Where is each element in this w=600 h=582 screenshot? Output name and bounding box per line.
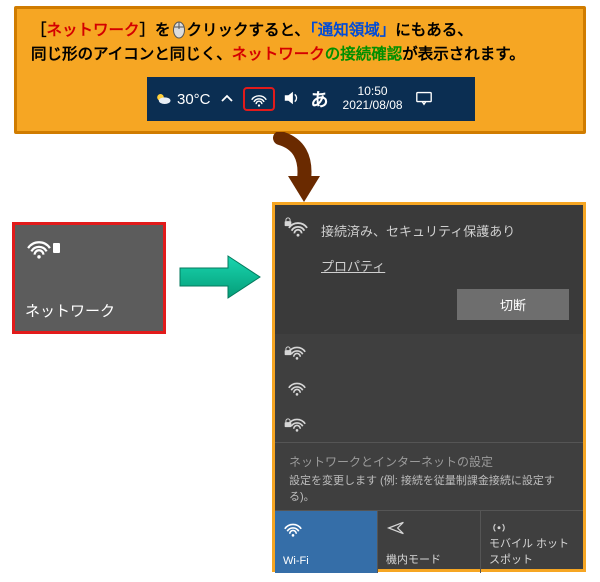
text-fragment-highlight: ネットワーク <box>47 22 140 39</box>
hotspot-icon <box>489 519 509 535</box>
airplane-mode-tile[interactable]: 機内モード <box>378 511 481 573</box>
wifi-toggle-tile[interactable]: Wi-Fi <box>275 511 378 573</box>
tile-label: モバイル ホットスポット <box>489 535 575 567</box>
clock-date: 2021/08/08 <box>343 99 403 113</box>
chevron-up-icon[interactable] <box>219 91 235 107</box>
wifi-icon <box>287 342 307 360</box>
arrow-curved-down-icon <box>260 132 330 204</box>
settings-title: ネットワークとインターネットの設定 <box>289 453 569 470</box>
instruction-text: ［ネットワーク］をクリックすると、「通知領域」にもある、 同じ形のアイコンと同じ… <box>31 19 569 67</box>
network-settings-link[interactable]: ネットワークとインターネットの設定 設定を変更します (例: 接続を従量制課金接… <box>275 442 583 510</box>
ime-indicator[interactable]: あ <box>311 86 329 112</box>
connection-status: 接続済み、セキュリティ保護あり <box>321 221 569 240</box>
clock[interactable]: 10:50 2021/08/08 <box>343 85 403 113</box>
temperature-value: 30°C <box>177 91 211 108</box>
network-flyout-panel: 接続済み、セキュリティ保護あり プロパティ 切断 ネットワークとインターネットの… <box>272 202 586 572</box>
network-tray-icon-highlighted[interactable] <box>243 87 275 111</box>
mobile-hotspot-tile[interactable]: モバイル ホットスポット <box>481 511 583 573</box>
text-fragment: ［ <box>31 22 47 39</box>
tile-label: 機内モード <box>386 551 472 567</box>
properties-link[interactable]: プロパティ <box>321 256 385 275</box>
text-fragment: にもある、 <box>395 22 473 39</box>
taskbar-notification-area: 30°C あ 10:50 2021/08/08 <box>147 77 475 121</box>
clock-time: 10:50 <box>343 85 403 99</box>
text-fragment-highlight: ネットワーク <box>232 46 325 63</box>
text-fragment-highlight: の接続確認 <box>325 46 403 63</box>
wifi-icon <box>283 519 303 537</box>
action-center-icon[interactable] <box>415 90 433 109</box>
wifi-icon <box>287 378 307 396</box>
lock-icon <box>49 241 61 258</box>
text-fragment-highlight: 「通知領域」 <box>310 22 395 39</box>
wifi-icon <box>287 217 309 237</box>
tile-label: Wi-Fi <box>283 555 369 567</box>
text-fragment: クリックすると、 <box>187 22 310 39</box>
disconnect-button[interactable]: 切断 <box>457 289 569 320</box>
weather-widget[interactable]: 30°C <box>153 89 211 109</box>
active-network-entry[interactable]: 接続済み、セキュリティ保護あり プロパティ 切断 <box>275 205 583 334</box>
quick-action-tiles: Wi-Fi 機内モード モバイル ホットスポット <box>275 510 583 573</box>
start-menu-network-tile[interactable]: ネットワーク <box>12 222 166 334</box>
text-fragment: ］を <box>140 22 171 39</box>
airplane-icon <box>386 519 406 537</box>
available-network-entry[interactable] <box>275 370 583 406</box>
settings-description: 設定を変更します (例: 接続を従量制課金接続に設定する)。 <box>289 472 569 504</box>
arrow-right-icon <box>178 250 262 304</box>
text-fragment: 同じ形のアイコンと同じく、 <box>31 46 232 63</box>
instruction-banner: ［ネットワーク］をクリックすると、「通知領域」にもある、 同じ形のアイコンと同じ… <box>14 6 586 134</box>
available-network-entry[interactable] <box>275 406 583 442</box>
tile-label: ネットワーク <box>25 300 115 321</box>
volume-icon[interactable] <box>283 90 301 109</box>
wifi-icon <box>287 414 307 432</box>
mouse-icon <box>172 19 186 39</box>
available-network-entry[interactable] <box>275 334 583 370</box>
text-fragment: が表示されます。 <box>402 46 524 63</box>
weather-icon <box>153 89 173 109</box>
